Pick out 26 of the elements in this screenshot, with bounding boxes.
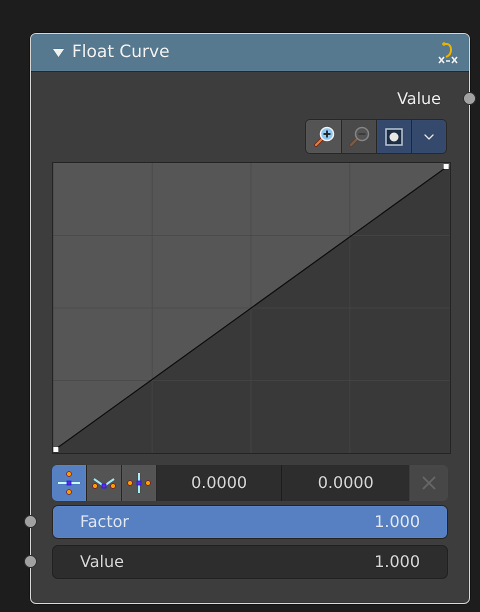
- point-x-field[interactable]: 0.0000: [156, 465, 282, 501]
- output-label: Value: [397, 88, 441, 110]
- zoom-out-icon: [348, 126, 370, 148]
- free-handle-icon: [126, 471, 152, 495]
- collapse-triangle-icon[interactable]: [53, 48, 64, 58]
- free-handle-button[interactable]: [122, 465, 157, 501]
- vector-handle-button[interactable]: [86, 465, 122, 501]
- output-socket[interactable]: [463, 92, 476, 105]
- curve-node-icon: [437, 40, 459, 64]
- auto-handle-button[interactable]: [52, 465, 87, 501]
- point-y-field[interactable]: 0.0000: [282, 465, 410, 501]
- input-value: 1.000: [374, 551, 420, 573]
- zoom-in-icon: [312, 126, 334, 148]
- input-socket[interactable]: [24, 555, 37, 568]
- zoom-in-button[interactable]: [306, 120, 341, 153]
- input-label: Factor: [80, 511, 129, 533]
- value-field[interactable]: Value 1.000: [52, 545, 448, 579]
- input-label: Value: [80, 551, 124, 573]
- clipping-button[interactable]: [376, 120, 411, 153]
- node-header[interactable]: Float Curve: [31, 34, 469, 72]
- node-title: Float Curve: [72, 40, 170, 64]
- auto-handle-icon: [56, 469, 81, 497]
- clipping-icon: [384, 126, 404, 146]
- vector-handle-icon: [92, 477, 116, 489]
- input-value: 1.000: [374, 511, 420, 533]
- input-socket[interactable]: [24, 515, 37, 528]
